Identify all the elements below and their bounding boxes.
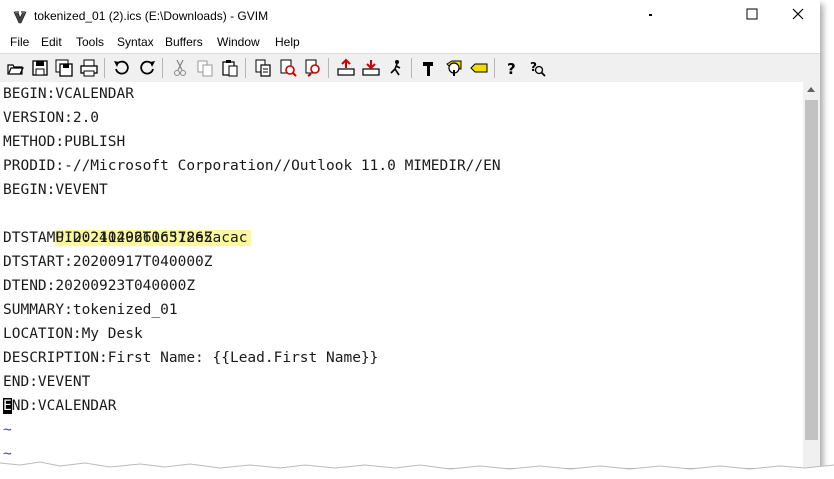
build-tags-icon[interactable] bbox=[444, 58, 464, 78]
redo-icon[interactable] bbox=[137, 58, 157, 78]
toolbar-separator bbox=[162, 58, 163, 78]
editor-line: DTSTART:20200917T040000Z bbox=[3, 254, 213, 270]
run-script-icon[interactable] bbox=[386, 58, 406, 78]
save-session-icon[interactable] bbox=[361, 58, 381, 78]
copy-icon[interactable] bbox=[195, 58, 215, 78]
text-cursor: E bbox=[3, 398, 12, 414]
toolbar-separator bbox=[494, 58, 495, 78]
menu-tools[interactable]: Tools bbox=[76, 35, 104, 49]
menu-file[interactable]: File bbox=[10, 35, 29, 49]
minimize-icon bbox=[649, 7, 659, 25]
undo-icon[interactable] bbox=[112, 58, 132, 78]
editor-line: DTSTAMP:20240402T165126Z bbox=[3, 230, 213, 246]
toolbar-separator bbox=[245, 58, 246, 78]
menu-edit[interactable]: Edit bbox=[41, 35, 62, 49]
menu-syntax[interactable]: Syntax bbox=[117, 35, 154, 49]
editor-line-cursor: END:VCALENDAR bbox=[3, 394, 117, 418]
jump-tag-icon[interactable] bbox=[469, 58, 489, 78]
cut-icon[interactable] bbox=[170, 58, 190, 78]
maximize-icon bbox=[746, 7, 758, 25]
scroll-up-arrow-icon[interactable] bbox=[807, 87, 815, 92]
minimize-button[interactable] bbox=[632, 0, 676, 32]
empty-line-tilde: ~ bbox=[3, 422, 12, 438]
editor-line-highlighted: UID:21129660c378e5acac bbox=[3, 202, 252, 246]
vertical-scrollbar[interactable] bbox=[803, 82, 820, 468]
make-icon[interactable] bbox=[419, 58, 439, 78]
save-all-icon[interactable] bbox=[54, 58, 74, 78]
menu-help[interactable]: Help bbox=[275, 35, 300, 49]
close-button[interactable] bbox=[776, 0, 820, 32]
editor-line: LOCATION:My Desk bbox=[3, 326, 143, 342]
torn-edge-decoration bbox=[0, 461, 834, 479]
svg-text:?: ? bbox=[507, 60, 516, 78]
window-title: tokenized_01 (2).ics (E:\Downloads) - GV… bbox=[34, 9, 269, 23]
toolbar-separator bbox=[411, 58, 412, 78]
cursor-line-text: ND:VCALENDAR bbox=[11, 398, 117, 414]
find-next-icon[interactable] bbox=[278, 58, 298, 78]
print-icon[interactable] bbox=[79, 58, 99, 78]
menu-buffers[interactable]: Buffers bbox=[165, 35, 203, 49]
vim-app-icon bbox=[12, 9, 28, 25]
editor-line: BEGIN:VEVENT bbox=[3, 182, 108, 198]
paste-icon[interactable] bbox=[220, 58, 240, 78]
scrollbar-thumb[interactable] bbox=[805, 100, 818, 440]
menu-bar: File Edit Tools Syntax Buffers Window He… bbox=[0, 32, 820, 52]
text-editor[interactable]: BEGIN:VCALENDAR VERSION:2.0 METHOD:PUBLI… bbox=[0, 82, 803, 468]
editor-line: VERSION:2.0 bbox=[3, 110, 100, 126]
toolbar-separator bbox=[104, 58, 105, 78]
load-session-icon[interactable] bbox=[336, 58, 356, 78]
menu-window[interactable]: Window bbox=[217, 35, 260, 49]
replace-icon[interactable] bbox=[253, 58, 273, 78]
editor-line: DTEND:20200923T040000Z bbox=[3, 278, 196, 294]
editor-line: PRODID:-//Microsoft Corporation//Outlook… bbox=[3, 158, 501, 174]
open-icon[interactable] bbox=[5, 58, 25, 78]
gvim-window: tokenized_01 (2).ics (E:\Downloads) - GV… bbox=[0, 0, 820, 468]
title-bar: tokenized_01 (2).ics (E:\Downloads) - GV… bbox=[0, 0, 820, 32]
toolbar: ? ? bbox=[0, 53, 820, 83]
maximize-button[interactable] bbox=[730, 0, 774, 32]
find-prev-icon[interactable] bbox=[303, 58, 323, 78]
toolbar-separator bbox=[328, 58, 329, 78]
editor-line: BEGIN:VCALENDAR bbox=[3, 86, 134, 102]
save-icon[interactable] bbox=[30, 58, 50, 78]
find-help-icon[interactable]: ? bbox=[527, 58, 547, 78]
close-icon bbox=[792, 7, 804, 25]
editor-line: SUMMARY:tokenized_01 bbox=[3, 302, 178, 318]
help-icon[interactable]: ? bbox=[502, 58, 522, 78]
editor-line: METHOD:PUBLISH bbox=[3, 134, 126, 150]
editor-line: END:VEVENT bbox=[3, 374, 91, 390]
editor-line: DESCRIPTION:First Name: {{Lead.First Nam… bbox=[3, 350, 379, 366]
